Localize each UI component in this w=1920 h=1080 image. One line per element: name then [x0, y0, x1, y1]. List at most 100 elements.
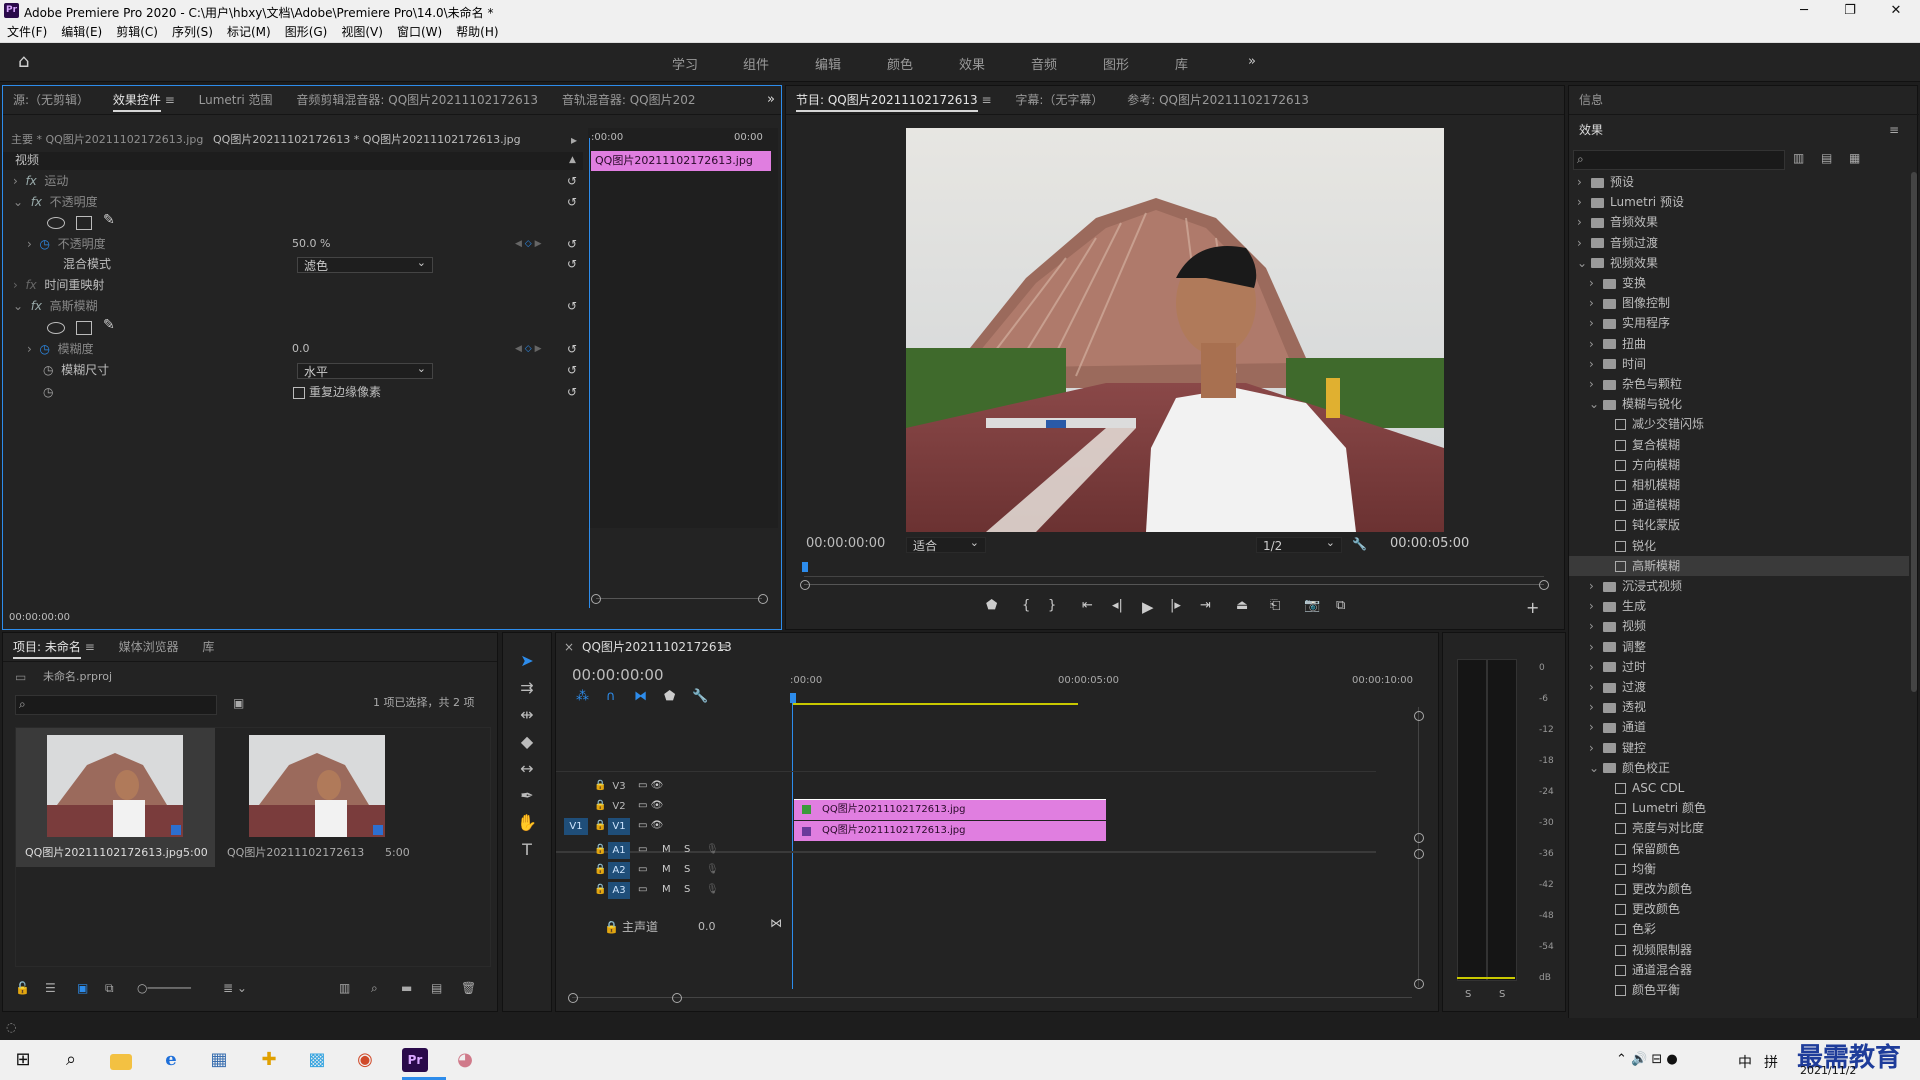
- effects-tree-item[interactable]: 颜色平衡: [1569, 980, 1909, 1000]
- file-explorer-icon[interactable]: [110, 1054, 132, 1070]
- motion-expand-icon[interactable]: › fx 运动: [13, 171, 68, 191]
- blur-dim-dropdown[interactable]: 水平: [297, 361, 433, 379]
- icon-view-icon[interactable]: ▣: [77, 981, 88, 995]
- timeline-menu-icon[interactable]: ≡: [718, 637, 728, 657]
- menu-view[interactable]: 视图(V): [334, 22, 390, 42]
- button-editor-icon[interactable]: +: [1526, 598, 1539, 617]
- mark-out-icon[interactable]: }: [1048, 598, 1056, 613]
- workspace-color[interactable]: 颜色: [887, 54, 913, 73]
- stopwatch-icon[interactable]: ◷: [39, 237, 49, 251]
- zoom-scrollbar[interactable]: [596, 598, 762, 599]
- effects-tree-item[interactable]: 方向模糊: [1569, 455, 1909, 475]
- gaussian-expand-icon[interactable]: ⌄ fx 高斯模糊: [13, 296, 98, 316]
- record-mic-icon[interactable]: 🎙: [706, 884, 719, 895]
- solo-button[interactable]: S: [684, 884, 690, 895]
- effects-tree-item[interactable]: › 透视: [1569, 697, 1909, 717]
- opacity-param-reset-icon[interactable]: ↺: [567, 234, 577, 254]
- extract-icon[interactable]: ⎗: [1270, 598, 1280, 613]
- master-track-value[interactable]: 0.0: [698, 917, 716, 937]
- chrome-icon[interactable]: ◉: [352, 1048, 378, 1072]
- track-sync-icon[interactable]: ▭: [638, 844, 647, 855]
- effects-tree-item[interactable]: › 图像控制: [1569, 293, 1909, 313]
- yuv-effects-icon[interactable]: ▦: [1849, 148, 1860, 168]
- effects-tree-item[interactable]: 通道模糊: [1569, 495, 1909, 515]
- effects-menu-icon[interactable]: ≡: [1889, 120, 1899, 140]
- workspace-effects[interactable]: 效果: [959, 54, 985, 73]
- blurriness-stopwatch-icon[interactable]: ◷: [39, 342, 49, 356]
- timeline-tab[interactable]: QQ图片20211102172613: [582, 637, 732, 657]
- play-clip-icon[interactable]: ▸: [571, 130, 577, 150]
- mute-button[interactable]: M: [662, 844, 671, 855]
- workspace-editing[interactable]: 编辑: [815, 54, 841, 73]
- tab-captions[interactable]: 字幕:（无字幕）: [1005, 86, 1113, 114]
- freeform-view-icon[interactable]: ⧉: [105, 981, 114, 996]
- effects-tree-item[interactable]: 更改颜色: [1569, 899, 1909, 919]
- effects-tree-item[interactable]: › 键控: [1569, 738, 1909, 758]
- effects-tree-item[interactable]: ⌄ 模糊与锐化: [1569, 394, 1909, 414]
- repeat-edge-stopwatch-icon[interactable]: ◷: [43, 382, 53, 402]
- workspace-audio[interactable]: 音频: [1031, 54, 1057, 73]
- effects-tree-item[interactable]: › 杂色与颗粒: [1569, 374, 1909, 394]
- opacity-reset-icon[interactable]: ↺: [567, 192, 577, 212]
- menu-marker[interactable]: 标记(M): [220, 22, 278, 42]
- tab-audio-track-mixer[interactable]: 音轨混音器: QQ图片202: [552, 86, 706, 114]
- gaussian-pen-mask-icon[interactable]: ✎: [103, 317, 115, 333]
- snap-icon[interactable]: ∩: [606, 689, 616, 704]
- premiere-taskbar-icon[interactable]: Pr: [402, 1048, 428, 1072]
- nest-toggle-icon[interactable]: ⁂: [576, 689, 589, 704]
- program-menu-icon[interactable]: ≡: [981, 93, 991, 107]
- playback-resolution-dropdown[interactable]: 1/2: [1256, 535, 1342, 553]
- menu-sequence[interactable]: 序列(S): [165, 22, 220, 42]
- effects-tree-item[interactable]: 复合模糊: [1569, 435, 1909, 455]
- scroll-up-icon[interactable]: ▲: [569, 150, 576, 170]
- tab-audio-clip-mixer[interactable]: 音频剪辑混音器: QQ图片20211102172613: [286, 86, 548, 114]
- hand-tool-icon[interactable]: ✋: [516, 812, 538, 834]
- ellipse-mask-icon[interactable]: [47, 217, 65, 229]
- ime-indicator[interactable]: 中: [1738, 1052, 1752, 1072]
- zoom-handle-right[interactable]: [758, 594, 768, 604]
- effects-tree-item[interactable]: › 视频: [1569, 616, 1909, 636]
- timeline-close-icon[interactable]: ×: [564, 637, 574, 657]
- tab-libraries[interactable]: 库: [192, 633, 224, 661]
- chevron-right-icon[interactable]: ›: [1589, 596, 1603, 616]
- maximize-button[interactable]: ❐: [1830, 2, 1870, 20]
- menu-graphics[interactable]: 图形(G): [278, 22, 335, 42]
- tab-effect-controls[interactable]: 效果控件 ≡: [103, 86, 185, 114]
- effects-tree-item[interactable]: › 预设: [1569, 172, 1909, 192]
- project-thumb-2[interactable]: [249, 735, 385, 837]
- timeline-playhead-head[interactable]: [790, 693, 796, 703]
- effects-tree-item[interactable]: › 扭曲: [1569, 334, 1909, 354]
- master-clip-label[interactable]: 主要 * QQ图片20211102172613.jpg: [11, 130, 203, 150]
- network-app-icon[interactable]: ▦: [206, 1048, 232, 1072]
- effects-tree-item[interactable]: 相机模糊: [1569, 475, 1909, 495]
- automate-to-sequence-icon[interactable]: ▥: [339, 981, 350, 995]
- tab-source[interactable]: 源:（无剪辑）: [3, 86, 99, 114]
- chevron-right-icon[interactable]: ›: [1589, 334, 1603, 354]
- gaussian-rectangle-mask-icon[interactable]: [76, 321, 92, 335]
- track-target-v3[interactable]: V3: [608, 778, 630, 795]
- home-icon[interactable]: ⌂: [18, 53, 38, 71]
- chevron-right-icon[interactable]: ›: [1589, 717, 1603, 737]
- track-lock-icon[interactable]: 🔒: [594, 820, 606, 831]
- minimize-button[interactable]: ─: [1784, 2, 1824, 20]
- blend-reset-icon[interactable]: ↺: [567, 254, 577, 274]
- workspace-more-icon[interactable]: »: [1248, 54, 1256, 69]
- blur-dim-reset-icon[interactable]: ↺: [567, 360, 577, 380]
- program-timecode[interactable]: 00:00:00:00: [806, 534, 885, 554]
- gaussian-reset-icon[interactable]: ↺: [567, 296, 577, 316]
- effects-tree-item[interactable]: 锐化: [1569, 536, 1909, 556]
- project-search-input[interactable]: [15, 695, 217, 715]
- timeline-vscroll[interactable]: [1418, 707, 1419, 987]
- edge-browser-icon[interactable]: e: [158, 1048, 184, 1072]
- pen-mask-icon[interactable]: ✎: [103, 212, 115, 228]
- ripple-edit-tool-icon[interactable]: ⇹: [516, 704, 538, 726]
- track-target-a2[interactable]: A2: [608, 862, 630, 879]
- accelerated-effects-icon[interactable]: ▥: [1793, 148, 1804, 168]
- hscroll-handle-right[interactable]: [672, 993, 682, 1003]
- solo-left-button[interactable]: S: [1465, 985, 1471, 1005]
- solo-button[interactable]: S: [684, 864, 690, 875]
- step-back-icon[interactable]: ◂|: [1112, 598, 1123, 613]
- effects-tree-item[interactable]: › 时间: [1569, 354, 1909, 374]
- chevron-right-icon[interactable]: ›: [1589, 657, 1603, 677]
- colorful-app-icon[interactable]: ▩: [304, 1048, 330, 1072]
